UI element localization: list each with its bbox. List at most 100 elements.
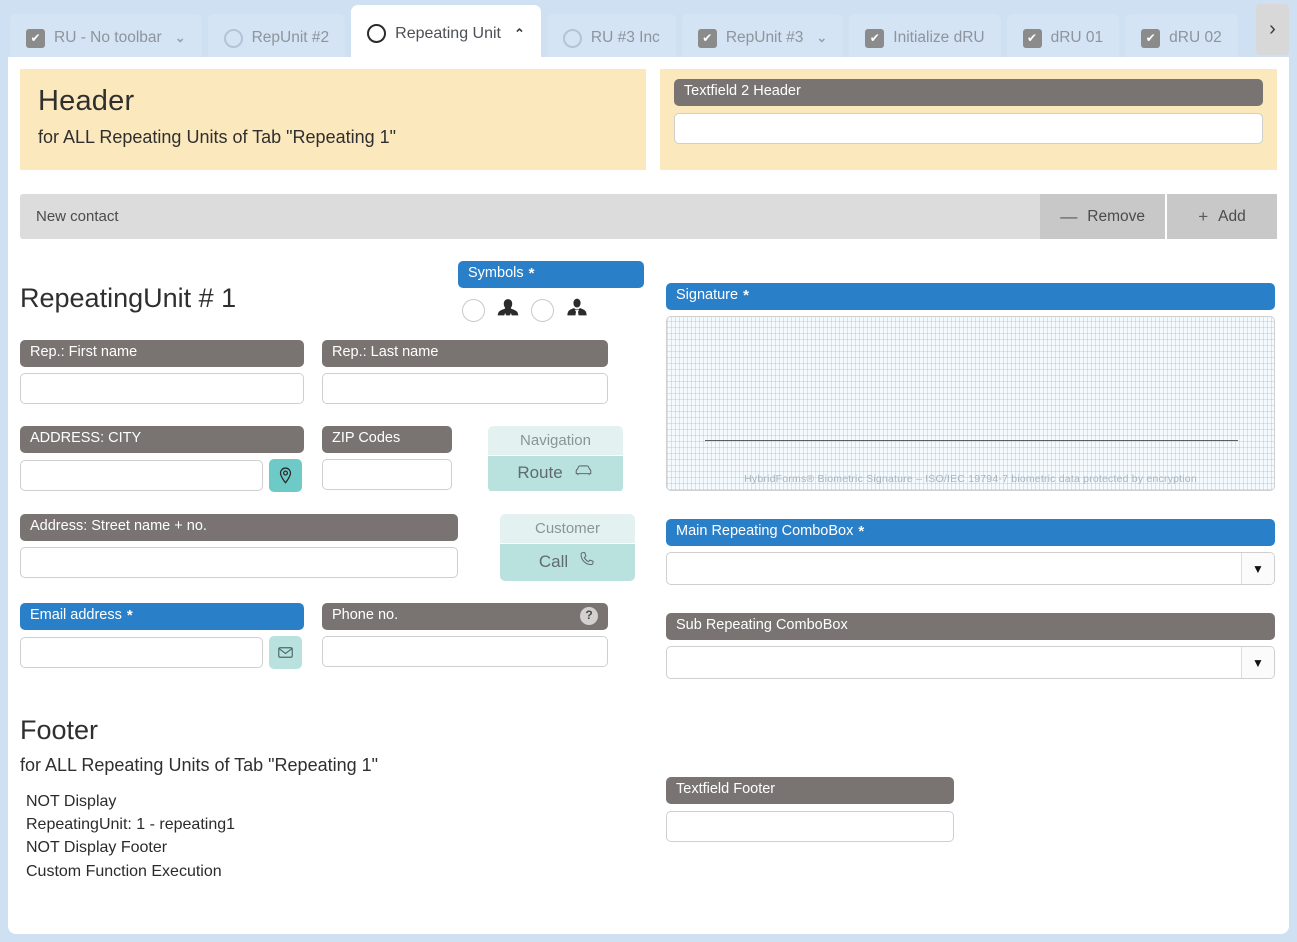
header-textfield-banner: Textfield 2 Header xyxy=(659,69,1277,170)
email-group: Email address * xyxy=(20,603,304,669)
signature-pad[interactable]: HybridForms® Biometric Signature – ISO/I… xyxy=(666,316,1275,491)
route-button-label: Route xyxy=(517,462,563,482)
phone-label: Phone no. ? xyxy=(322,603,608,630)
tab-initialize-dru[interactable]: ✔ Initialize dRU xyxy=(849,14,1001,62)
last-name-label: Rep.: Last name xyxy=(322,340,608,367)
footer-textfield-label: Textfield Footer xyxy=(666,777,954,804)
label-text: Rep.: Last name xyxy=(332,344,439,361)
circle-icon xyxy=(367,24,387,43)
checkbox-checked-icon: ✔ xyxy=(26,28,45,48)
city-label: ADDRESS: CITY xyxy=(20,426,304,453)
email-input[interactable] xyxy=(20,637,263,668)
street-group: Address: Street name + no. xyxy=(20,514,458,581)
last-name-group: Rep.: Last name xyxy=(322,340,608,404)
female-person-icon[interactable] xyxy=(485,297,531,323)
navigation-button-title: Navigation xyxy=(488,426,623,456)
chevron-down-icon[interactable]: ▼ xyxy=(1241,647,1274,678)
tab-dru-02[interactable]: ✔ dRU 02 xyxy=(1125,14,1238,62)
main-combo-box[interactable]: ▼ xyxy=(666,552,1275,585)
header-row: Header for ALL Repeating Units of Tab "R… xyxy=(8,57,1289,170)
tab-scroll-right-button[interactable]: › xyxy=(1256,4,1289,55)
street-label: Address: Street name + no. xyxy=(20,514,458,541)
sub-combo-value[interactable] xyxy=(667,647,1241,678)
footer-lines: NOT Display RepeatingUnit: 1 - repeating… xyxy=(20,790,652,883)
checkbox-checked-icon: ✔ xyxy=(697,28,717,48)
chevron-down-icon[interactable]: ⌄ xyxy=(175,30,186,46)
sub-combo-box[interactable]: ▼ xyxy=(666,646,1275,679)
signature-footer-text: HybridForms® Biometric Signature – ISO/I… xyxy=(744,473,1197,485)
symbols-radio-female[interactable] xyxy=(462,298,485,322)
add-button-label: Add xyxy=(1218,207,1246,225)
contact-row: Email address * Phone no. ? xyxy=(20,603,652,669)
circle-icon xyxy=(562,28,582,48)
label-text: Address: Street name + no. xyxy=(30,518,207,535)
footer-line: RepeatingUnit: 1 - repeating1 xyxy=(26,816,236,834)
label-text: ZIP Codes xyxy=(332,430,401,447)
help-icon[interactable]: ? xyxy=(580,607,598,625)
textfield2-header-input[interactable] xyxy=(673,113,1263,144)
footer-line: Custom Function Execution xyxy=(26,862,222,880)
route-button[interactable]: Route xyxy=(488,456,623,491)
header-subtitle: for ALL Repeating Units of Tab "Repeatin… xyxy=(38,127,397,147)
label-text: Sub Repeating ComboBox xyxy=(676,617,848,634)
tab-repunit-3[interactable]: ✔ RepUnit #3 ⌄ xyxy=(681,14,844,62)
symbols-group: Symbols * xyxy=(458,261,644,323)
signature-group: Signature * HybridForms® Biometric Signa… xyxy=(666,283,1275,491)
tab-repeating-unit[interactable]: Repeating Unit ⌃ xyxy=(351,5,541,62)
footer-block: Footer for ALL Repeating Units of Tab "R… xyxy=(20,715,652,883)
chevron-down-icon[interactable]: ▼ xyxy=(1241,553,1274,584)
symbols-radio-male[interactable] xyxy=(531,298,554,322)
chevron-right-icon: › xyxy=(1269,18,1276,40)
footer-textfield-group: Textfield Footer xyxy=(666,777,954,842)
footer-line: NOT Display Footer xyxy=(26,839,168,857)
symbols-label: Symbols * xyxy=(458,261,644,288)
minus-icon: — xyxy=(1060,206,1078,226)
tab-ru-no-toolbar[interactable]: ✔ RU - No toolbar ⌄ xyxy=(10,14,202,62)
tab-label: RepUnit #2 xyxy=(251,29,330,47)
form-card: Header for ALL Repeating Units of Tab "R… xyxy=(8,57,1289,934)
checkbox-checked-icon: ✔ xyxy=(1022,28,1042,48)
tab-dru-01[interactable]: ✔ dRU 01 xyxy=(1006,14,1120,62)
city-input[interactable] xyxy=(20,460,263,491)
right-column: Signature * HybridForms® Biometric Signa… xyxy=(652,239,1275,883)
call-button-label: Call xyxy=(538,551,569,571)
plus-icon: + xyxy=(1198,206,1209,226)
checkbox-checked-icon: ✔ xyxy=(1141,28,1161,48)
tab-repunit-2[interactable]: RepUnit #2 xyxy=(207,14,346,62)
navigation-route-button[interactable]: Navigation Route xyxy=(488,426,623,492)
main-combo-value[interactable] xyxy=(667,553,1241,584)
chevron-up-icon[interactable]: ⌃ xyxy=(514,26,525,42)
required-marker: * xyxy=(743,286,749,304)
header-title: Header xyxy=(38,85,135,117)
required-marker: * xyxy=(126,606,133,624)
zip-input[interactable] xyxy=(322,459,452,490)
label-text: Phone no. xyxy=(332,607,399,624)
tab-ru-3-inc[interactable]: RU #3 Inc xyxy=(546,14,676,62)
label-text: Textfield 2 Header xyxy=(683,83,801,100)
label-text: Signature xyxy=(676,287,739,304)
symbols-options xyxy=(458,297,644,323)
tab-label: dRU 02 xyxy=(1169,29,1222,47)
tab-label: RepUnit #3 xyxy=(725,29,804,47)
customer-call-button[interactable]: Customer Call xyxy=(500,514,635,581)
first-name-input[interactable] xyxy=(20,373,304,404)
footer-textfield-input[interactable] xyxy=(666,811,954,842)
zip-group: ZIP Codes xyxy=(322,426,452,492)
label-text: Rep.: First name xyxy=(30,344,138,361)
add-button[interactable]: + Add xyxy=(1165,194,1277,239)
tab-label: Repeating Unit xyxy=(395,24,501,42)
tab-bar: ✔ RU - No toolbar ⌄ RepUnit #2 Repeating… xyxy=(0,0,1297,62)
sub-combo-group: Sub Repeating ComboBox ▼ xyxy=(666,613,1275,679)
call-button[interactable]: Call xyxy=(500,544,635,581)
male-person-icon[interactable] xyxy=(554,297,600,323)
map-pin-button[interactable] xyxy=(269,459,302,492)
last-name-input[interactable] xyxy=(322,373,608,404)
remove-button[interactable]: — Remove xyxy=(1040,194,1165,239)
phone-input[interactable] xyxy=(322,636,608,667)
mail-button[interactable] xyxy=(269,636,302,669)
label-text: Symbols xyxy=(468,265,524,282)
city-row: ADDRESS: CITY ZIP Codes Navigation Route xyxy=(20,426,652,492)
car-icon xyxy=(573,462,594,483)
street-input[interactable] xyxy=(20,547,458,578)
chevron-down-icon[interactable]: ⌄ xyxy=(816,30,827,46)
